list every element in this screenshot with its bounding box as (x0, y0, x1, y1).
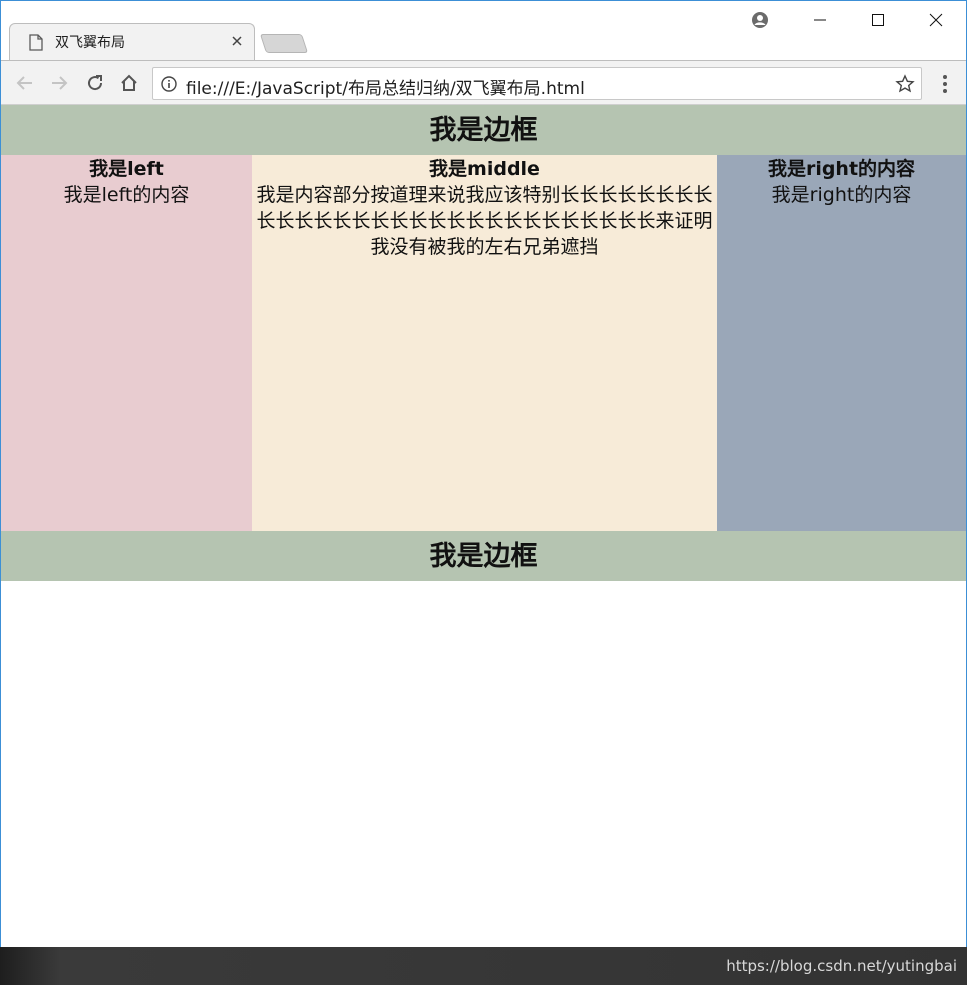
left-text: 我是left的内容 (63, 184, 190, 206)
page-viewport: 我是边框 我是left 我是left的内容 我是middle 我是内容部分按道理… (1, 105, 966, 947)
left-heading: 我是left (89, 158, 164, 180)
middle-heading: 我是middle (429, 158, 540, 180)
tab-title: 双飞翼布局 (55, 35, 125, 51)
page-footer: 我是边框 (1, 531, 966, 581)
browser-toolbar: file:///E:/JavaScript/布局总结归纳/双飞翼布局.html (1, 60, 966, 105)
new-tab-button[interactable] (259, 34, 309, 53)
watermark-strip: https://blog.csdn.net/yutingbai (0, 947, 967, 985)
right-heading: 我是right的内容 (767, 158, 916, 180)
home-icon[interactable] (117, 71, 141, 95)
forward-arrow-icon[interactable] (47, 71, 71, 95)
account-icon[interactable] (747, 7, 773, 33)
watermark-text: https://blog.csdn.net/yutingbai (726, 957, 957, 975)
active-tab-content[interactable]: 双飞翼布局 (21, 23, 251, 61)
close-icon[interactable] (229, 33, 245, 49)
info-icon[interactable] (161, 76, 177, 92)
left-column: 我是left 我是left的内容 (1, 155, 252, 531)
minimize-icon[interactable] (807, 7, 833, 33)
reload-icon[interactable] (83, 71, 107, 95)
middle-text: 我是内容部分按道理来说我应该特别长长长长长长长长长长长长长长长长长长长长长长长长… (256, 184, 713, 258)
star-icon[interactable] (895, 74, 915, 94)
page-header: 我是边框 (1, 105, 966, 155)
right-text: 我是right的内容 (771, 184, 912, 206)
title-bar: 双飞翼布局 (1, 1, 966, 61)
document-icon (29, 33, 43, 51)
kebab-menu-icon[interactable] (935, 72, 955, 96)
right-column: 我是right的内容 我是right的内容 (717, 155, 966, 531)
back-arrow-icon[interactable] (13, 71, 37, 95)
address-bar[interactable]: file:///E:/JavaScript/布局总结归纳/双飞翼布局.html (152, 67, 922, 100)
maximize-icon[interactable] (865, 7, 891, 33)
browser-window: 双飞翼布局 file:///E:/JavaScript/布局总结归纳/双飞翼布局… (0, 0, 967, 947)
url-text[interactable]: file:///E:/JavaScript/布局总结归纳/双飞翼布局.html (186, 74, 585, 99)
window-close-icon[interactable] (923, 7, 949, 33)
middle-column: 我是middle 我是内容部分按道理来说我应该特别长长长长长长长长长长长长长长长… (252, 155, 717, 531)
